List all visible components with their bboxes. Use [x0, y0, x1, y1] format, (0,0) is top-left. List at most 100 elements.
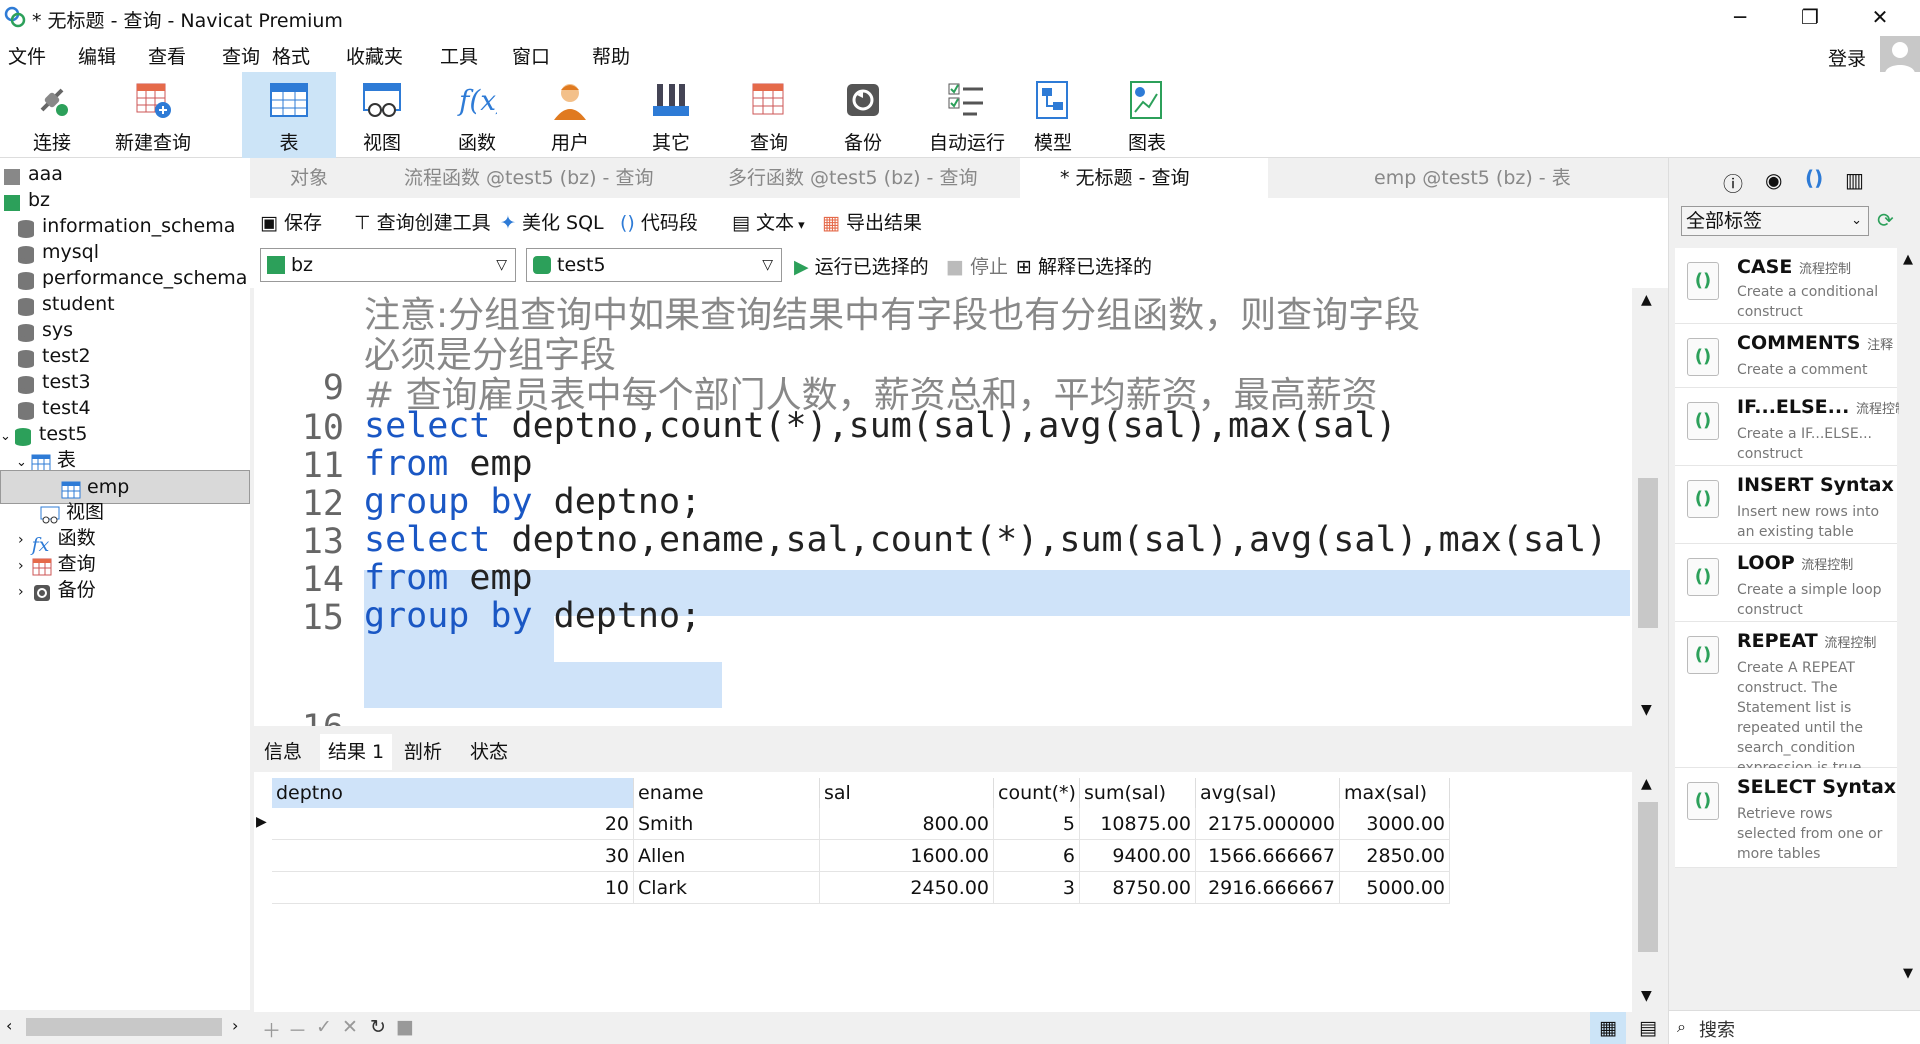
scroll-down-icon[interactable]: ▼ — [1903, 966, 1913, 981]
discard-changes-icon[interactable]: ✕ — [342, 1016, 358, 1038]
scrollbar-thumb[interactable] — [26, 1018, 222, 1036]
tab-status[interactable]: 状态 — [462, 734, 516, 770]
tree-item-emp[interactable]: emp — [0, 470, 250, 504]
toolbar-query-button[interactable]: 查询 — [726, 72, 812, 158]
chevron-down-icon[interactable]: ⌄ — [0, 429, 11, 444]
table-cell[interactable]: 5000.00 — [1340, 872, 1450, 904]
scroll-down-icon[interactable]: ▼ — [1641, 702, 1652, 718]
minimize-button[interactable]: ─ — [1710, 0, 1770, 34]
column-header-max-sal[interactable]: max(sal) — [1340, 778, 1450, 808]
table-cell[interactable]: 3000.00 — [1340, 808, 1450, 840]
code-snippet-icon[interactable]: () — [1805, 166, 1823, 190]
chevron-down-icon[interactable]: ⌄ — [16, 455, 27, 470]
column-header-avg-sal[interactable]: avg(sal) — [1196, 778, 1340, 808]
toolbar-connection-button[interactable]: 连接 — [12, 72, 92, 158]
text-button[interactable]: ▤ 文本 ▾ — [732, 208, 805, 235]
tree-horizontal-scrollbar[interactable]: ‹ › — [0, 1010, 250, 1044]
table-cell[interactable]: 9400.00 — [1080, 840, 1196, 872]
form-view-icon[interactable]: ▤ — [1630, 1012, 1666, 1044]
code-snippet-button[interactable]: () 代码段 — [620, 208, 698, 235]
toolbar-new-query-button[interactable]: 新建查询 — [108, 72, 198, 158]
snippet-repeat[interactable]: () REPEAT 流程控制 Create A REPEAT construct… — [1675, 622, 1897, 776]
toolbar-model-button[interactable]: 模型 — [1010, 72, 1096, 158]
layout-icon[interactable]: ▥ — [1845, 168, 1864, 192]
tab-emp-table[interactable]: emp @test5 (bz) - 表 — [1344, 158, 1664, 198]
menu-favorites[interactable]: 收藏夹 — [346, 42, 403, 69]
table-cell[interactable]: 10 — [272, 872, 634, 904]
info-icon[interactable]: ⓘ — [1723, 168, 1743, 197]
explain-selected-button[interactable]: ⊞ 解释已选择的 — [1016, 252, 1152, 279]
table-cell[interactable]: 5 — [994, 808, 1080, 840]
tab-profile[interactable]: 剖析 — [396, 734, 450, 770]
delete-record-icon[interactable]: － — [288, 1016, 307, 1043]
snippet-if-else[interactable]: () IF...ELSE... 流程控制 Create a IF...ELSE.… — [1675, 388, 1908, 466]
snippet-insert-syntax[interactable]: () INSERT Syntax I Insert new rows into … — [1675, 466, 1904, 544]
preview-icon[interactable]: ◉ — [1765, 168, 1782, 192]
toolbar-backup-button[interactable]: 备份 — [820, 72, 906, 158]
chevron-right-icon[interactable]: › — [18, 532, 24, 548]
query-builder-button[interactable]: ⊤ 查询创建工具 — [354, 208, 491, 235]
add-snippet-icon[interactable]: ⟳ — [1877, 208, 1894, 232]
column-header-count[interactable]: count(*) — [994, 778, 1080, 808]
menu-help[interactable]: 帮助 — [592, 42, 630, 69]
table-cell[interactable]: Clark — [634, 872, 820, 904]
column-header-sum-sal[interactable]: sum(sal) — [1080, 778, 1196, 808]
export-result-button[interactable]: ▦ 导出结果 — [822, 208, 922, 235]
scroll-up-icon[interactable]: ▲ — [1641, 292, 1652, 308]
stop-icon[interactable]: ■ — [396, 1016, 414, 1038]
table-cell[interactable]: 30 — [272, 840, 634, 872]
tab-untitled-query[interactable]: * 无标题 - 查询 — [1020, 158, 1268, 198]
snippet-comments[interactable]: () COMMENTS 注释 Create a comment — [1675, 324, 1897, 388]
table-cell[interactable]: 6 — [994, 840, 1080, 872]
menu-view[interactable]: 查看 — [148, 42, 186, 69]
tag-filter-select[interactable]: 全部标签 ⌄ — [1681, 206, 1869, 236]
snippet-loop[interactable]: () LOOP 流程控制 Create a simple loop constr… — [1675, 544, 1897, 622]
snippet-case[interactable]: () CASE 流程控制 Create a conditional constr… — [1675, 248, 1897, 324]
table-cell[interactable]: 3 — [994, 872, 1080, 904]
tab-result-1[interactable]: 结果 1 — [320, 734, 393, 770]
table-cell[interactable]: 800.00 — [820, 808, 994, 840]
grid-vertical-scrollbar[interactable]: ▲ ▼ — [1632, 772, 1664, 1012]
column-header-ename[interactable]: ename — [634, 778, 820, 808]
table-cell[interactable]: 1600.00 — [820, 840, 994, 872]
tab-flow-functions[interactable]: 流程函数 @test5 (bz) - 查询 — [372, 158, 690, 198]
toolbar-function-button[interactable]: f(x) 函数 — [432, 72, 522, 158]
menu-edit[interactable]: 编辑 — [78, 42, 116, 69]
table-cell[interactable]: Allen — [634, 840, 820, 872]
toolbar-table-button[interactable]: 表 — [242, 72, 336, 158]
refresh-icon[interactable]: ↻ — [370, 1016, 386, 1038]
tree-item-backups[interactable]: › 备份 — [18, 574, 96, 606]
chevron-right-icon[interactable]: › — [18, 558, 24, 574]
tab-info[interactable]: 信息 — [256, 734, 310, 770]
beautify-sql-button[interactable]: ✦ 美化 SQL — [500, 208, 604, 235]
toolbar-other-button[interactable]: 其它 — [626, 72, 716, 158]
toolbar-user-button[interactable]: 用户 — [528, 72, 612, 158]
table-cell[interactable]: 2850.00 — [1340, 840, 1450, 872]
snippet-search-box[interactable]: ⌕ 搜索 — [1669, 1010, 1920, 1044]
scroll-up-icon[interactable]: ▲ — [1641, 776, 1652, 792]
table-cell[interactable]: 1566.666667 — [1196, 840, 1340, 872]
tab-multirow-functions[interactable]: 多行函数 @test5 (bz) - 查询 — [696, 158, 1014, 198]
close-button[interactable]: ✕ — [1850, 0, 1910, 34]
grid-view-icon[interactable]: ▦ — [1590, 1012, 1626, 1044]
table-cell[interactable]: 8750.00 — [1080, 872, 1196, 904]
save-button[interactable]: ▣ 保存 — [260, 208, 322, 235]
add-record-icon[interactable]: ＋ — [262, 1016, 281, 1043]
editor-vertical-scrollbar[interactable]: ▲ ▼ — [1632, 288, 1664, 726]
scroll-down-icon[interactable]: ▼ — [1641, 988, 1652, 1004]
menu-query[interactable]: 查询 — [222, 42, 260, 69]
snippet-select-syntax[interactable]: () SELECT Syntax [ Retrieve rows selecte… — [1675, 768, 1908, 868]
column-header-sal[interactable]: sal — [820, 778, 994, 808]
scroll-right-icon[interactable]: › — [232, 1016, 238, 1035]
toolbar-view-button[interactable]: 视图 — [340, 72, 424, 158]
menu-format[interactable]: 格式 — [272, 42, 310, 69]
menu-tools[interactable]: 工具 — [440, 42, 478, 69]
database-select[interactable]: test5 ▽ — [526, 248, 782, 282]
tab-objects[interactable]: 对象 — [290, 158, 360, 198]
column-header-deptno[interactable]: deptno — [272, 778, 634, 808]
table-cell[interactable]: 20 — [272, 808, 634, 840]
maximize-button[interactable]: ❐ — [1780, 0, 1840, 34]
scroll-up-icon[interactable]: ▲ — [1903, 252, 1913, 267]
apply-changes-icon[interactable]: ✓ — [316, 1016, 332, 1038]
chevron-right-icon[interactable]: › — [18, 584, 24, 600]
